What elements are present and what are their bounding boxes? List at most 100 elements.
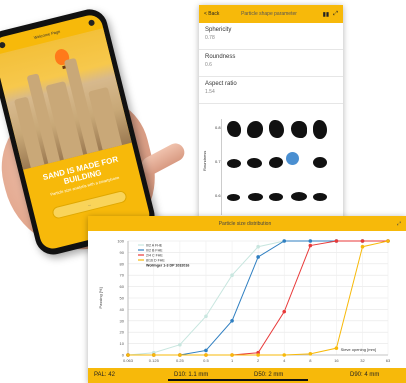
- y-tick-label: 90: [120, 250, 125, 255]
- expand-icon[interactable]: ⤢: [333, 11, 338, 18]
- footer-d90: D90: 4 mm: [350, 372, 380, 378]
- data-point: [334, 239, 339, 243]
- particle-silhouette: [247, 121, 263, 138]
- metric-label: Sphericity: [205, 27, 232, 33]
- particle-silhouette: [313, 157, 327, 168]
- metric-sphericity: Sphericity 0.78: [199, 23, 343, 50]
- particle-silhouette: [247, 158, 262, 168]
- distribution-panel: Particle size distribution ⤢ 0 10 20 30 40 50…: [88, 216, 406, 383]
- distribution-chart: 0 10 20 30 40 50 60 70 80 90 100 0.063 0.125 0.25 0.5 1…: [98, 239, 391, 364]
- x-tick-label: 2: [257, 358, 260, 363]
- particle-silhouette: [313, 120, 327, 139]
- y-tick-label: 50: [120, 296, 125, 301]
- y-axis-label: Passing [%]: [98, 287, 103, 308]
- data-point: [204, 314, 208, 319]
- metric-value: 0.6: [205, 62, 212, 68]
- x-tick-label: 63: [386, 358, 391, 363]
- data-point: [360, 244, 365, 249]
- x-tick-label: 0.5: [203, 358, 209, 363]
- x-tick-label: 32: [360, 358, 365, 363]
- row-label: 0.8: [215, 125, 221, 130]
- data-point: [334, 346, 339, 350]
- metric-value: 1.54: [205, 89, 215, 95]
- x-tick-label: 8: [309, 358, 312, 363]
- selected-particle-marker[interactable]: [286, 152, 299, 165]
- particle-silhouette: [248, 193, 263, 201]
- data-point: [386, 239, 390, 243]
- phone-title: Welcome Page: [33, 28, 61, 40]
- y-tick-label: 80: [120, 261, 125, 266]
- particle-silhouette: [227, 159, 241, 168]
- y-tick-label: 70: [120, 273, 125, 278]
- data-point: [126, 353, 130, 357]
- metric-label: Aspect ratio: [205, 81, 237, 87]
- chart-footer: PAL: 42 D10: 1.1 mm D50: 2 mm D90: 4 mm: [88, 368, 406, 383]
- data-point: [204, 348, 208, 353]
- legend-label: 0/2 B FHE: [146, 248, 163, 252]
- legend-label: 0/2 A FHE: [146, 243, 163, 247]
- data-point: [308, 243, 313, 248]
- data-point: [230, 319, 234, 323]
- particle-silhouette: [291, 121, 307, 138]
- grid-axis-label: Roundness: [202, 150, 207, 171]
- y-tick-label: 20: [120, 330, 125, 335]
- chart-title: Particle size distribution: [218, 220, 272, 227]
- data-point: [151, 353, 156, 357]
- particle-silhouette: [269, 193, 283, 201]
- y-tick-label: 40: [120, 307, 125, 312]
- data-point: [204, 353, 208, 357]
- particle-silhouette: [269, 157, 283, 168]
- data-point: [230, 353, 234, 357]
- x-tick-label: 0.125: [149, 358, 160, 363]
- y-tick-label: 10: [120, 341, 125, 346]
- menu-icon[interactable]: [0, 41, 6, 49]
- panel-header: < Back Particle shape parameter ▮▮ ⤢: [199, 5, 343, 23]
- scrollbar[interactable]: [168, 379, 308, 381]
- metric-aspect-ratio: Aspect ratio 1.54: [199, 77, 343, 104]
- shape-parameter-panel: < Back Particle shape parameter ▮▮ ⤢ Sph…: [199, 5, 343, 221]
- data-point: [308, 352, 313, 356]
- footer-d10: D10: 1.1 mm: [174, 372, 209, 378]
- particle-silhouette: [227, 194, 240, 201]
- x-tick-label: 16: [334, 358, 339, 363]
- composite-screen: Welcome Page SAND IS MADE FOR BUILDING P…: [0, 0, 406, 383]
- data-point: [308, 239, 313, 243]
- data-point: [360, 239, 365, 243]
- data-point: [282, 239, 287, 243]
- sandcastle-image: [0, 28, 132, 170]
- x-tick-label: 0.25: [176, 358, 185, 363]
- row-label: 0.7: [215, 159, 221, 164]
- legend-sample-label: Wollmger 1-3 DP 1032016: [146, 263, 189, 267]
- data-point: [178, 353, 182, 357]
- data-point: [256, 244, 260, 249]
- chart-header: Particle size distribution ⤢: [88, 216, 406, 231]
- particle-silhouette: [313, 193, 327, 201]
- y-tick-label: 60: [120, 284, 125, 289]
- particle-shape-grid: Roundness 0.8 0.7 0.6: [199, 111, 343, 221]
- data-point: [256, 353, 260, 357]
- data-point: [282, 353, 287, 357]
- metric-value: 0.78: [205, 35, 215, 41]
- data-point: [256, 255, 260, 259]
- footer-pal: PAL: 42: [94, 372, 115, 378]
- panel-title: Particle shape parameter: [241, 11, 297, 17]
- particle-silhouette: [269, 120, 284, 138]
- x-tick-label: 1: [231, 358, 234, 363]
- y-tick-label: 30: [120, 318, 125, 323]
- bar-chart-icon[interactable]: ▮▮: [323, 11, 330, 18]
- y-tick-label: 0: [122, 353, 125, 358]
- data-point: [178, 342, 182, 347]
- legend-label: 8/16 D FHE: [146, 258, 165, 262]
- legend-label: 2/4 C FHE: [146, 253, 163, 257]
- x-tick-label: 0.063: [123, 358, 134, 363]
- particle-silhouette: [291, 192, 307, 201]
- data-point: [230, 273, 234, 277]
- settings-icon[interactable]: [87, 19, 96, 27]
- grid-axis-line: [221, 119, 222, 215]
- particle-silhouette: [227, 121, 241, 137]
- y-tick-label: 100: [117, 239, 124, 244]
- back-button[interactable]: < Back: [204, 11, 219, 17]
- expand-icon[interactable]: ⤢: [397, 221, 401, 227]
- metric-roundness: Roundness 0.6: [199, 50, 343, 77]
- row-label: 0.6: [215, 193, 221, 198]
